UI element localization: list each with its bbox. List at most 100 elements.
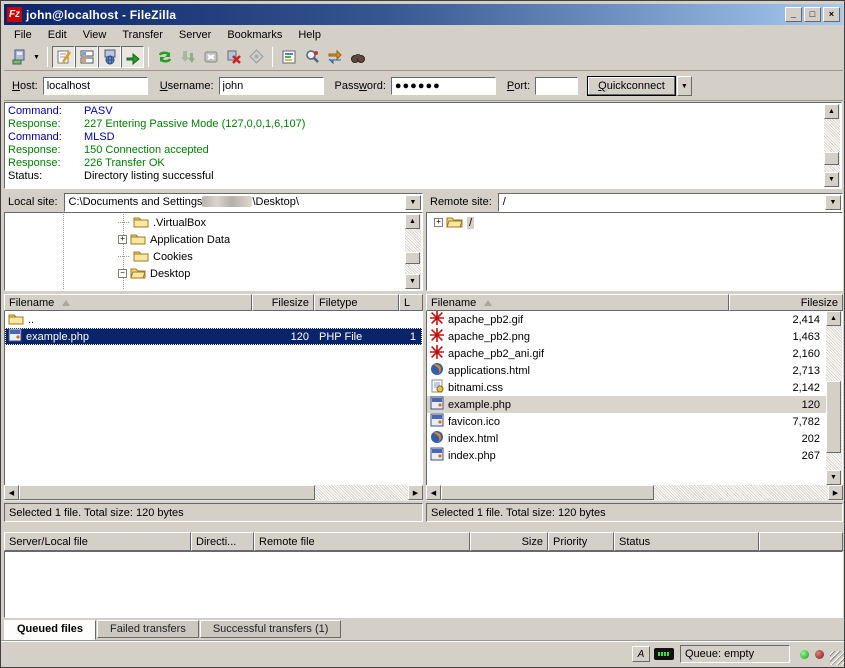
- column-header-server-local-file[interactable]: Server/Local file: [4, 532, 191, 551]
- remote-site-path: /: [499, 196, 825, 208]
- expand-icon[interactable]: +: [118, 235, 127, 244]
- disconnect-button[interactable]: [222, 46, 245, 68]
- remote-list-vscrollbar[interactable]: ▲ ▼: [826, 311, 842, 485]
- username-label: Username:: [160, 80, 214, 92]
- scrollbar-thumb[interactable]: [405, 252, 420, 264]
- column-header-status[interactable]: Status: [614, 532, 759, 551]
- scroll-right-icon[interactable]: ▶: [408, 485, 423, 500]
- queue-list[interactable]: [4, 551, 843, 618]
- reconnect-button[interactable]: [245, 46, 268, 68]
- scroll-down-icon[interactable]: ▼: [405, 274, 420, 289]
- scroll-right-icon[interactable]: ▶: [828, 485, 843, 500]
- column-header-direction[interactable]: Directi...: [191, 532, 254, 551]
- menu-transfer[interactable]: Transfer: [114, 27, 171, 43]
- scrollbar-thumb[interactable]: [824, 152, 839, 165]
- chevron-down-icon[interactable]: ▼: [405, 195, 421, 210]
- remote-site-combo[interactable]: / ▼: [498, 193, 843, 212]
- expand-icon[interactable]: +: [434, 218, 443, 227]
- file-row[interactable]: favicon.ico 7,782: [427, 413, 826, 430]
- transfer-type-icon[interactable]: A: [632, 646, 650, 662]
- filter-button[interactable]: [277, 46, 300, 68]
- port-input[interactable]: [535, 77, 578, 95]
- maximize-button[interactable]: □: [804, 7, 821, 22]
- log-scrollbar[interactable]: ▲ ▼: [824, 104, 840, 187]
- scroll-up-icon[interactable]: ▲: [824, 104, 839, 119]
- refresh-button[interactable]: [153, 46, 176, 68]
- scroll-down-icon[interactable]: ▼: [824, 172, 839, 187]
- file-row[interactable]: apache_pb2.png 1,463: [427, 328, 826, 345]
- scrollbar-thumb[interactable]: [19, 485, 315, 500]
- remote-file-list: Filename Filesize apache_pb2.gif 2,414 a…: [426, 294, 843, 501]
- file-row[interactable]: index.php 267: [427, 447, 826, 464]
- local-status-text: Selected 1 file. Total size: 120 bytes: [4, 503, 423, 522]
- file-row[interactable]: apache_pb2.gif 2,414: [427, 311, 826, 328]
- collapse-icon[interactable]: −: [118, 269, 127, 278]
- sync-browsing-button[interactable]: [323, 46, 346, 68]
- process-queue-button[interactable]: [176, 46, 199, 68]
- menu-file[interactable]: File: [6, 27, 40, 43]
- compare-button[interactable]: [300, 46, 323, 68]
- site-manager-dropdown-button[interactable]: ▼: [30, 46, 43, 68]
- file-row[interactable]: index.html 202: [427, 430, 826, 447]
- column-header-priority[interactable]: Priority: [548, 532, 614, 551]
- scrollbar-thumb[interactable]: [441, 485, 654, 500]
- menu-bookmarks[interactable]: Bookmarks: [219, 27, 290, 43]
- password-input[interactable]: [391, 77, 496, 95]
- toggle-log-button[interactable]: [52, 46, 75, 68]
- tab-queued-files[interactable]: Queued files: [4, 620, 96, 640]
- tree-item-virtualbox[interactable]: .VirtualBox: [6, 214, 405, 231]
- toggle-queue-button[interactable]: [121, 46, 144, 68]
- scroll-down-icon[interactable]: ▼: [826, 470, 841, 485]
- titlebar[interactable]: Fz john@localhost - FileZilla _ □ ×: [4, 4, 843, 25]
- minimize-button[interactable]: _: [785, 7, 802, 22]
- toggle-local-tree-button[interactable]: [75, 46, 98, 68]
- file-row-updir[interactable]: ..: [5, 311, 422, 328]
- menu-server[interactable]: Server: [171, 27, 219, 43]
- column-header-remote-file[interactable]: Remote file: [254, 532, 470, 551]
- chevron-down-icon[interactable]: ▼: [825, 195, 841, 210]
- file-row[interactable]: apache_pb2_ani.gif 2,160: [427, 345, 826, 362]
- menu-view[interactable]: View: [75, 27, 115, 43]
- find-button[interactable]: [346, 46, 369, 68]
- column-header-last-modified[interactable]: L: [399, 294, 423, 311]
- scroll-left-icon[interactable]: ◀: [426, 485, 441, 500]
- file-row-example-php[interactable]: example.php 120 PHP File 1: [5, 328, 422, 345]
- local-site-combo[interactable]: C:\Documents and Settings\Desktop\ ▼: [64, 193, 423, 212]
- quickconnect-dropdown-button[interactable]: ▼: [677, 76, 692, 96]
- log-entry: Response:150 Connection accepted: [8, 144, 824, 157]
- site-manager-button[interactable]: [7, 46, 30, 68]
- tree-item-cookies[interactable]: Cookies: [6, 248, 405, 265]
- scrollbar-thumb[interactable]: [826, 381, 841, 453]
- tree-item-desktop[interactable]: − Desktop: [6, 265, 405, 282]
- resize-grip[interactable]: [830, 651, 844, 665]
- scroll-up-icon[interactable]: ▲: [405, 214, 420, 229]
- column-header-filetype[interactable]: Filetype: [314, 294, 399, 311]
- column-header-filename[interactable]: Filename: [4, 294, 252, 311]
- column-header-filesize[interactable]: Filesize: [729, 294, 843, 311]
- tree-item-application-data[interactable]: + Application Data: [6, 231, 405, 248]
- host-input[interactable]: [43, 77, 148, 95]
- username-input[interactable]: [219, 77, 324, 95]
- quickconnect-button[interactable]: Quickconnect: [587, 76, 676, 96]
- file-row-selected[interactable]: example.php 120: [427, 396, 826, 413]
- toolbar-separator: [47, 47, 48, 67]
- local-list-hscrollbar[interactable]: ◀ ▶: [4, 485, 423, 501]
- file-row[interactable]: applications.html 2,713: [427, 362, 826, 379]
- file-row[interactable]: bitnami.css 2,142: [427, 379, 826, 396]
- menu-help[interactable]: Help: [290, 27, 329, 43]
- tab-successful-transfers[interactable]: Successful transfers (1): [200, 620, 342, 638]
- menu-edit[interactable]: Edit: [40, 27, 75, 43]
- local-tree-scrollbar[interactable]: ▲ ▼: [405, 214, 421, 289]
- speed-limits-icon[interactable]: [654, 648, 674, 660]
- toggle-remote-tree-button[interactable]: [98, 46, 121, 68]
- remote-list-hscrollbar[interactable]: ◀ ▶: [426, 485, 843, 501]
- column-header-size[interactable]: Size: [470, 532, 548, 551]
- tab-failed-transfers[interactable]: Failed transfers: [97, 620, 199, 638]
- scroll-left-icon[interactable]: ◀: [4, 485, 19, 500]
- column-header-filename[interactable]: Filename: [426, 294, 729, 311]
- cancel-operation-button[interactable]: [199, 46, 222, 68]
- tree-item-root[interactable]: + /: [428, 214, 841, 231]
- scroll-up-icon[interactable]: ▲: [826, 311, 841, 326]
- close-button[interactable]: ×: [823, 7, 840, 22]
- column-header-filesize[interactable]: Filesize: [252, 294, 314, 311]
